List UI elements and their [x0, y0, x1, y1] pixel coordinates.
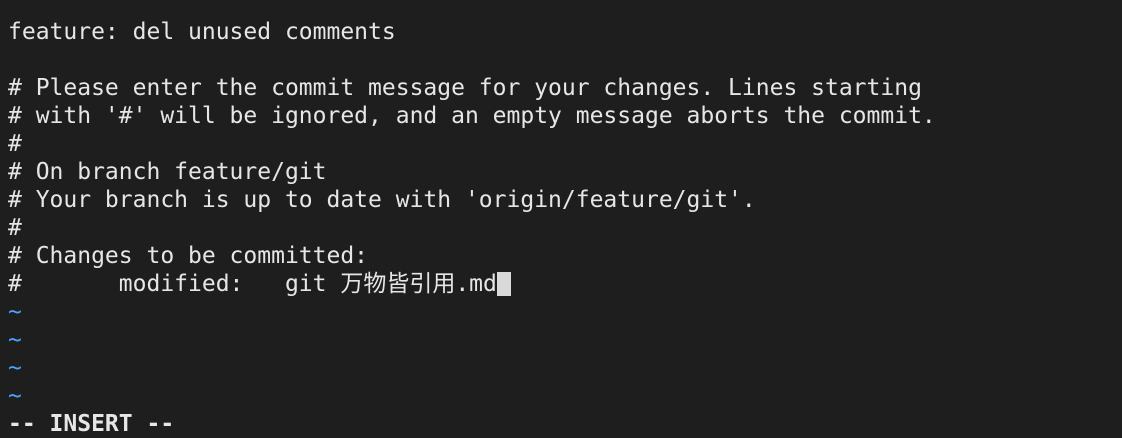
comment-line[interactable]: # [8, 214, 22, 242]
comment-line[interactable]: # with '#' will be ignored, and an empty… [8, 102, 936, 130]
text-cursor [496, 272, 511, 296]
comment-line[interactable]: # Changes to be committed: [8, 242, 368, 270]
vim-mode-indicator: -- INSERT -- [8, 411, 175, 437]
modified-file-line[interactable]: # modified: git 万物皆引用.md [8, 270, 511, 298]
empty-buffer-tilde: ~ [8, 355, 22, 381]
empty-buffer-tilde: ~ [8, 299, 22, 325]
empty-buffer-tilde: ~ [8, 327, 22, 353]
comment-line[interactable]: # On branch feature/git [8, 158, 327, 186]
modified-file-text: # modified: git 万物皆引用.md [8, 271, 497, 297]
comment-line[interactable]: # Please enter the commit message for yo… [8, 74, 922, 102]
vim-editor[interactable]: feature: del unused comments # Please en… [0, 0, 1122, 438]
empty-buffer-tilde: ~ [8, 383, 22, 409]
comment-line[interactable]: # [8, 130, 22, 158]
comment-line[interactable]: # Your branch is up to date with 'origin… [8, 186, 756, 214]
commit-subject-line[interactable]: feature: del unused comments [8, 18, 396, 46]
